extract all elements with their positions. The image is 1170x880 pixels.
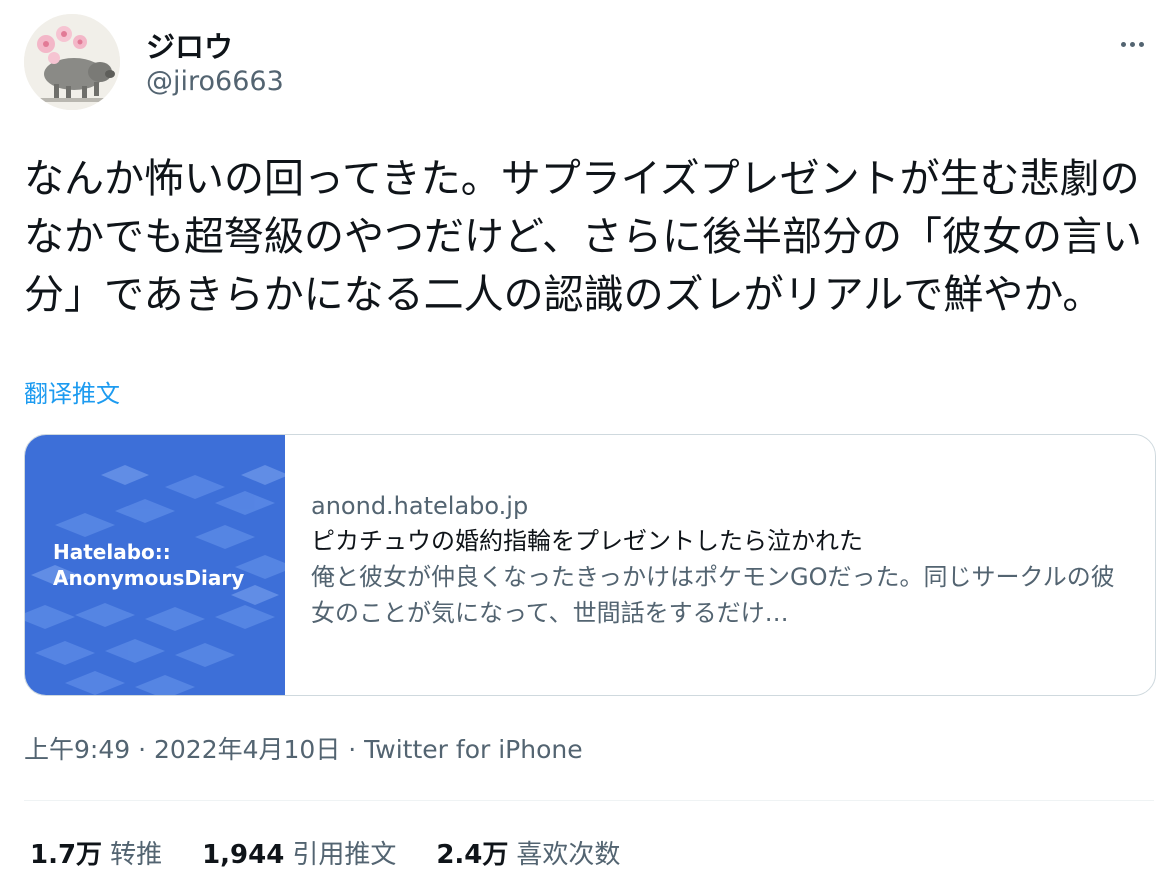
stat-count: 1,944	[202, 840, 285, 870]
stat-label: 引用推文	[292, 840, 397, 870]
card-body: anond.hatelabo.jp ピカチュウの婚約指輪をプレゼントしたら泣かれ…	[311, 489, 1131, 631]
logo-line-1: Hatelabo::	[53, 540, 171, 564]
stat-count: 2.4万	[436, 840, 509, 870]
boar-with-flowers-avatar-icon	[24, 14, 120, 110]
dot	[1138, 41, 1144, 47]
card-description: 俺と彼女が仲良くなったきっかけはポケモンGOだった。同じサークルの彼女のことが気…	[311, 563, 1115, 627]
dot	[1129, 41, 1135, 47]
divider	[24, 800, 1154, 801]
more-options-button[interactable]	[1112, 28, 1152, 60]
tweet-text: なんか怖いの回ってきた。サプライズプレゼントが生む悲劇のなかでも超弩級のやつだけ…	[24, 156, 1142, 318]
stat-likes[interactable]: 2.4万 喜欢次数	[436, 834, 620, 871]
tweet-timestamp[interactable]: 上午9:49 · 2022年4月10日 · Twitter for iPhone	[24, 730, 583, 766]
stat-count: 1.7万	[30, 840, 103, 870]
logo-line-2: AnonymousDiary	[53, 566, 245, 590]
dot	[1120, 41, 1126, 47]
card-thumbnail: Hatelabo:: AnonymousDiary	[25, 435, 285, 695]
stat-label: 转推	[110, 840, 163, 870]
card-domain: anond.hatelabo.jp	[311, 492, 529, 520]
hatelabo-logo: Hatelabo:: AnonymousDiary	[53, 539, 244, 591]
card-title: ピカチュウの婚約指輪をプレゼントしたら泣かれた	[311, 527, 863, 555]
translate-tweet-link[interactable]: 翻译推文	[24, 374, 120, 409]
display-name[interactable]: ジロウ	[146, 24, 233, 66]
user-handle[interactable]: @jiro6663	[146, 66, 284, 97]
link-preview-card[interactable]: Hatelabo:: AnonymousDiary anond.hatelabo…	[24, 434, 1156, 696]
stat-label: 喜欢次数	[516, 840, 621, 870]
stat-quote-tweets[interactable]: 1,944 引用推文	[202, 834, 396, 871]
stat-retweets[interactable]: 1.7万 转推	[30, 834, 162, 871]
engagement-stats: 1.7万 转推 1,944 引用推文 2.4万 喜欢次数	[30, 834, 620, 871]
avatar[interactable]	[24, 14, 120, 110]
